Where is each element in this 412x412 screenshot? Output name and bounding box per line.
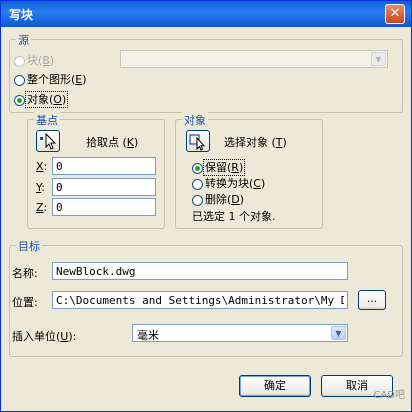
select-objects-icon xyxy=(189,134,206,151)
write-block-dialog: 写块 ✕ 源 块(B) ▼ 整个图形(E) 对象(O) 基点 拾取点 (K) X… xyxy=(0,0,412,412)
entire-drawing-radio-circle[interactable] xyxy=(14,74,25,86)
pick-point-label: 拾取点 (K) xyxy=(86,136,139,149)
watermark: CAD吧 xyxy=(373,390,405,401)
select-objects-label: 选择对象 (T) xyxy=(224,136,287,149)
select-objects-button[interactable] xyxy=(186,130,210,152)
retain-radio-circle[interactable] xyxy=(192,162,203,174)
convert-key: C xyxy=(253,177,261,190)
file-name-input[interactable] xyxy=(52,262,348,280)
basepoint-group: 基点 拾取点 (K) X: Y: Z: xyxy=(27,112,165,229)
objects-key: O xyxy=(53,93,62,106)
entire-drawing-radio[interactable]: 整个图形(E) xyxy=(14,71,87,87)
y-coordinate-input[interactable] xyxy=(52,178,156,196)
selection-status: 已选定 1 个对象. xyxy=(192,210,276,223)
insert-units-value: 毫米 xyxy=(137,329,159,342)
name-label: 名称: xyxy=(12,267,38,280)
convert-to-block-radio[interactable]: 转换为块(C) xyxy=(192,175,265,191)
retain-key: R xyxy=(231,161,239,174)
dialog-title: 写块 xyxy=(9,8,34,22)
convert-label: 转换为块 xyxy=(205,177,249,190)
ok-button[interactable]: 确定 xyxy=(239,375,311,397)
z-coordinate-input[interactable] xyxy=(52,198,156,216)
block-radio-label: 块 xyxy=(27,54,38,67)
browse-button[interactable]: ... xyxy=(358,290,386,310)
source-group: 源 块(B) ▼ 整个图形(E) 对象(O) xyxy=(9,32,403,113)
delete-radio-circle[interactable] xyxy=(192,194,203,206)
x-label: X: xyxy=(36,160,48,173)
entire-drawing-label: 整个图形 xyxy=(27,73,71,86)
block-name-combo[interactable]: ▼ xyxy=(120,50,388,68)
target-group: 目标 名称: 位置: ... 插入单位(U): 毫米 ▼ xyxy=(9,238,403,357)
insert-units-combo[interactable]: 毫米 ▼ xyxy=(132,324,348,342)
delete-label: 删除 xyxy=(205,193,227,206)
source-caption: 源 xyxy=(16,32,31,48)
file-location-input[interactable] xyxy=(52,291,348,309)
units-label: 插入单位(U): xyxy=(12,330,77,343)
location-label: 位置: xyxy=(12,296,38,309)
basepoint-caption: 基点 xyxy=(34,112,60,128)
dropdown-arrow-icon[interactable]: ▼ xyxy=(371,52,386,66)
convert-radio-circle[interactable] xyxy=(192,178,203,190)
close-button[interactable]: ✕ xyxy=(385,4,405,24)
objects-radio-circle[interactable] xyxy=(14,94,25,106)
delete-key: D xyxy=(231,193,240,206)
z-label: Z: xyxy=(36,201,48,214)
objects-caption: 对象 xyxy=(182,112,208,128)
block-radio[interactable]: 块(B) xyxy=(14,52,54,68)
x-coordinate-input[interactable] xyxy=(52,157,156,175)
units-key: U xyxy=(60,330,69,343)
objects-group: 对象 选择对象 (T) 保留(R) 转换为块(C) 删除(D) 已选定 1 个对… xyxy=(175,112,323,229)
select-objects-key: T xyxy=(275,136,283,149)
objects-label: 对象 xyxy=(27,93,49,106)
pick-point-button[interactable] xyxy=(36,130,60,152)
y-label: Y: xyxy=(36,181,45,194)
retain-label: 保留 xyxy=(205,161,227,174)
retain-radio[interactable]: 保留(R) xyxy=(192,159,246,176)
block-radio-circle[interactable] xyxy=(14,55,25,67)
delete-radio[interactable]: 删除(D) xyxy=(192,191,244,207)
target-caption: 目标 xyxy=(16,238,42,254)
close-icon: ✕ xyxy=(389,6,401,21)
entire-drawing-key: E xyxy=(75,73,83,86)
dropdown-arrow-icon[interactable]: ▼ xyxy=(331,326,346,340)
block-radio-key: B xyxy=(42,54,50,67)
title-bar[interactable]: 写块 ✕ xyxy=(1,1,411,27)
pick-point-icon xyxy=(40,132,57,150)
objects-radio[interactable]: 对象(O) xyxy=(14,91,69,108)
pick-point-key: K xyxy=(126,136,135,149)
